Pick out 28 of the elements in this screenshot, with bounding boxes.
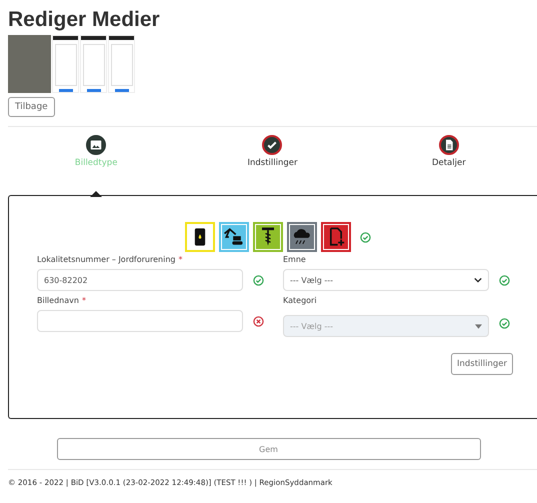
step-label[interactable]: Indstillinger: [247, 158, 298, 168]
input-field[interactable]: 630-82202: [37, 269, 243, 291]
rain-cloud-icon[interactable]: [287, 222, 317, 252]
screenshot-thumbnail[interactable]: [108, 35, 135, 93]
screenshot-thumbnail[interactable]: [52, 35, 79, 93]
screenshot-thumbnail[interactable]: [80, 35, 107, 93]
required-asterisk: *: [178, 255, 182, 264]
field-label: Emne: [283, 255, 306, 264]
caret-icon: [474, 276, 482, 284]
field-label: Lokalitetsnummer – Jordforurening: [37, 255, 176, 264]
step-label[interactable]: Detaljer: [432, 158, 466, 168]
caret-icon: [475, 322, 482, 330]
barrel-icon[interactable]: [185, 222, 215, 252]
select-field[interactable]: --- Vælg ---: [283, 269, 489, 291]
page-title: Rediger Medier: [8, 8, 161, 32]
field-label: Kategori: [283, 296, 317, 305]
image-icon[interactable]: [86, 135, 106, 155]
document-plus-icon[interactable]: [321, 222, 351, 252]
drill-icon[interactable]: [253, 222, 283, 252]
next-button[interactable]: Indstillinger: [450, 353, 513, 375]
document-icon[interactable]: [438, 135, 459, 155]
excavator-icon[interactable]: [219, 222, 249, 252]
field-label: Billednavn: [37, 296, 79, 305]
save-button[interactable]: Gem: [56, 438, 480, 460]
input-field[interactable]: [37, 310, 243, 332]
required-asterisk: *: [82, 296, 86, 305]
back-button[interactable]: Tilbage: [8, 97, 55, 117]
check-icon[interactable]: [262, 135, 282, 155]
